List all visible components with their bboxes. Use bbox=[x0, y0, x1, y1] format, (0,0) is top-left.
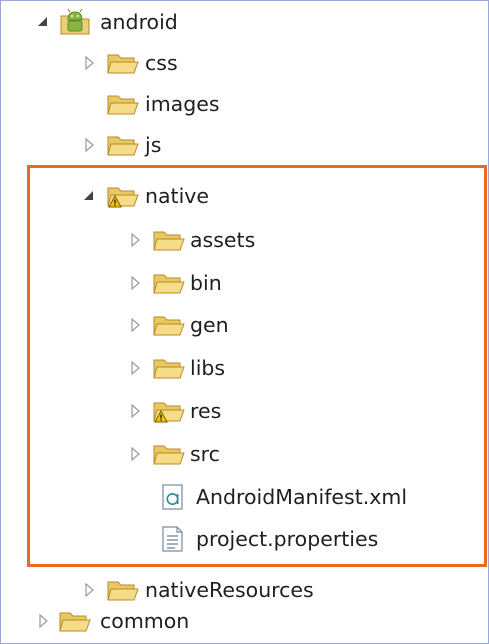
tree-item-images[interactable]: images bbox=[0, 86, 489, 122]
collapsed-arrow-icon[interactable] bbox=[126, 402, 144, 420]
tree-item-css[interactable]: css bbox=[0, 45, 489, 81]
project-tree: android css images js native assets bin … bbox=[0, 0, 489, 644]
tree-item-js[interactable]: js bbox=[0, 127, 489, 163]
collapsed-arrow-icon[interactable] bbox=[80, 136, 98, 154]
tree-item-label: nativeResources bbox=[145, 578, 314, 602]
tree-item-label: libs bbox=[190, 356, 226, 380]
tree-item-libs[interactable]: libs bbox=[0, 350, 489, 386]
folder-icon bbox=[153, 274, 185, 294]
collapsed-arrow-icon[interactable] bbox=[126, 274, 144, 292]
text-file-icon bbox=[162, 526, 183, 552]
collapsed-arrow-icon[interactable] bbox=[34, 612, 52, 630]
tree-item-gen[interactable]: gen bbox=[0, 307, 489, 343]
expanded-arrow-icon[interactable] bbox=[34, 13, 52, 31]
folder-icon bbox=[107, 581, 139, 601]
tree-item-label: res bbox=[190, 399, 222, 423]
tree-item-label: bin bbox=[190, 271, 222, 295]
tree-item-bin[interactable]: bin bbox=[0, 265, 489, 301]
collapsed-arrow-icon[interactable] bbox=[80, 54, 98, 72]
tree-item-res[interactable]: res bbox=[0, 393, 489, 429]
expanded-arrow-icon[interactable] bbox=[80, 187, 98, 205]
folder-warning-icon bbox=[153, 402, 185, 423]
tree-item-label: images bbox=[145, 92, 220, 116]
xml-file-icon bbox=[162, 484, 183, 510]
collapsed-arrow-icon[interactable] bbox=[126, 316, 144, 334]
collapsed-arrow-icon[interactable] bbox=[80, 581, 98, 599]
tree-item-label: assets bbox=[190, 228, 256, 252]
tree-item-native[interactable]: native bbox=[0, 178, 489, 214]
tree-item-label: js bbox=[145, 133, 162, 157]
folder-icon bbox=[107, 136, 139, 156]
folder-icon bbox=[107, 95, 139, 115]
folder-warning-icon bbox=[107, 187, 139, 208]
tree-item-android[interactable]: android bbox=[0, 4, 489, 40]
tree-item-assets[interactable]: assets bbox=[0, 222, 489, 258]
folder-icon bbox=[107, 54, 139, 74]
collapsed-arrow-icon[interactable] bbox=[126, 445, 144, 463]
folder-icon bbox=[153, 445, 185, 465]
tree-item-label: AndroidManifest.xml bbox=[196, 485, 408, 509]
android-project-icon bbox=[60, 8, 90, 35]
tree-item-src[interactable]: src bbox=[0, 436, 489, 472]
folder-icon bbox=[153, 359, 185, 379]
folder-icon bbox=[153, 231, 185, 251]
tree-item-label: project.properties bbox=[196, 527, 379, 551]
tree-item-label: gen bbox=[190, 313, 229, 337]
tree-item-androidmanifest[interactable]: AndroidManifest.xml bbox=[0, 479, 489, 515]
folder-icon bbox=[59, 612, 91, 632]
tree-item-label: android bbox=[100, 10, 178, 34]
folder-icon bbox=[153, 316, 185, 336]
tree-item-label: css bbox=[145, 51, 178, 75]
collapsed-arrow-icon[interactable] bbox=[126, 359, 144, 377]
tree-item-project-properties[interactable]: project.properties bbox=[0, 521, 489, 557]
collapsed-arrow-icon[interactable] bbox=[126, 231, 144, 249]
tree-item-label: native bbox=[145, 184, 210, 208]
tree-item-common[interactable]: common bbox=[0, 603, 489, 639]
tree-item-label: src bbox=[190, 442, 220, 466]
tree-item-label: common bbox=[100, 609, 190, 633]
